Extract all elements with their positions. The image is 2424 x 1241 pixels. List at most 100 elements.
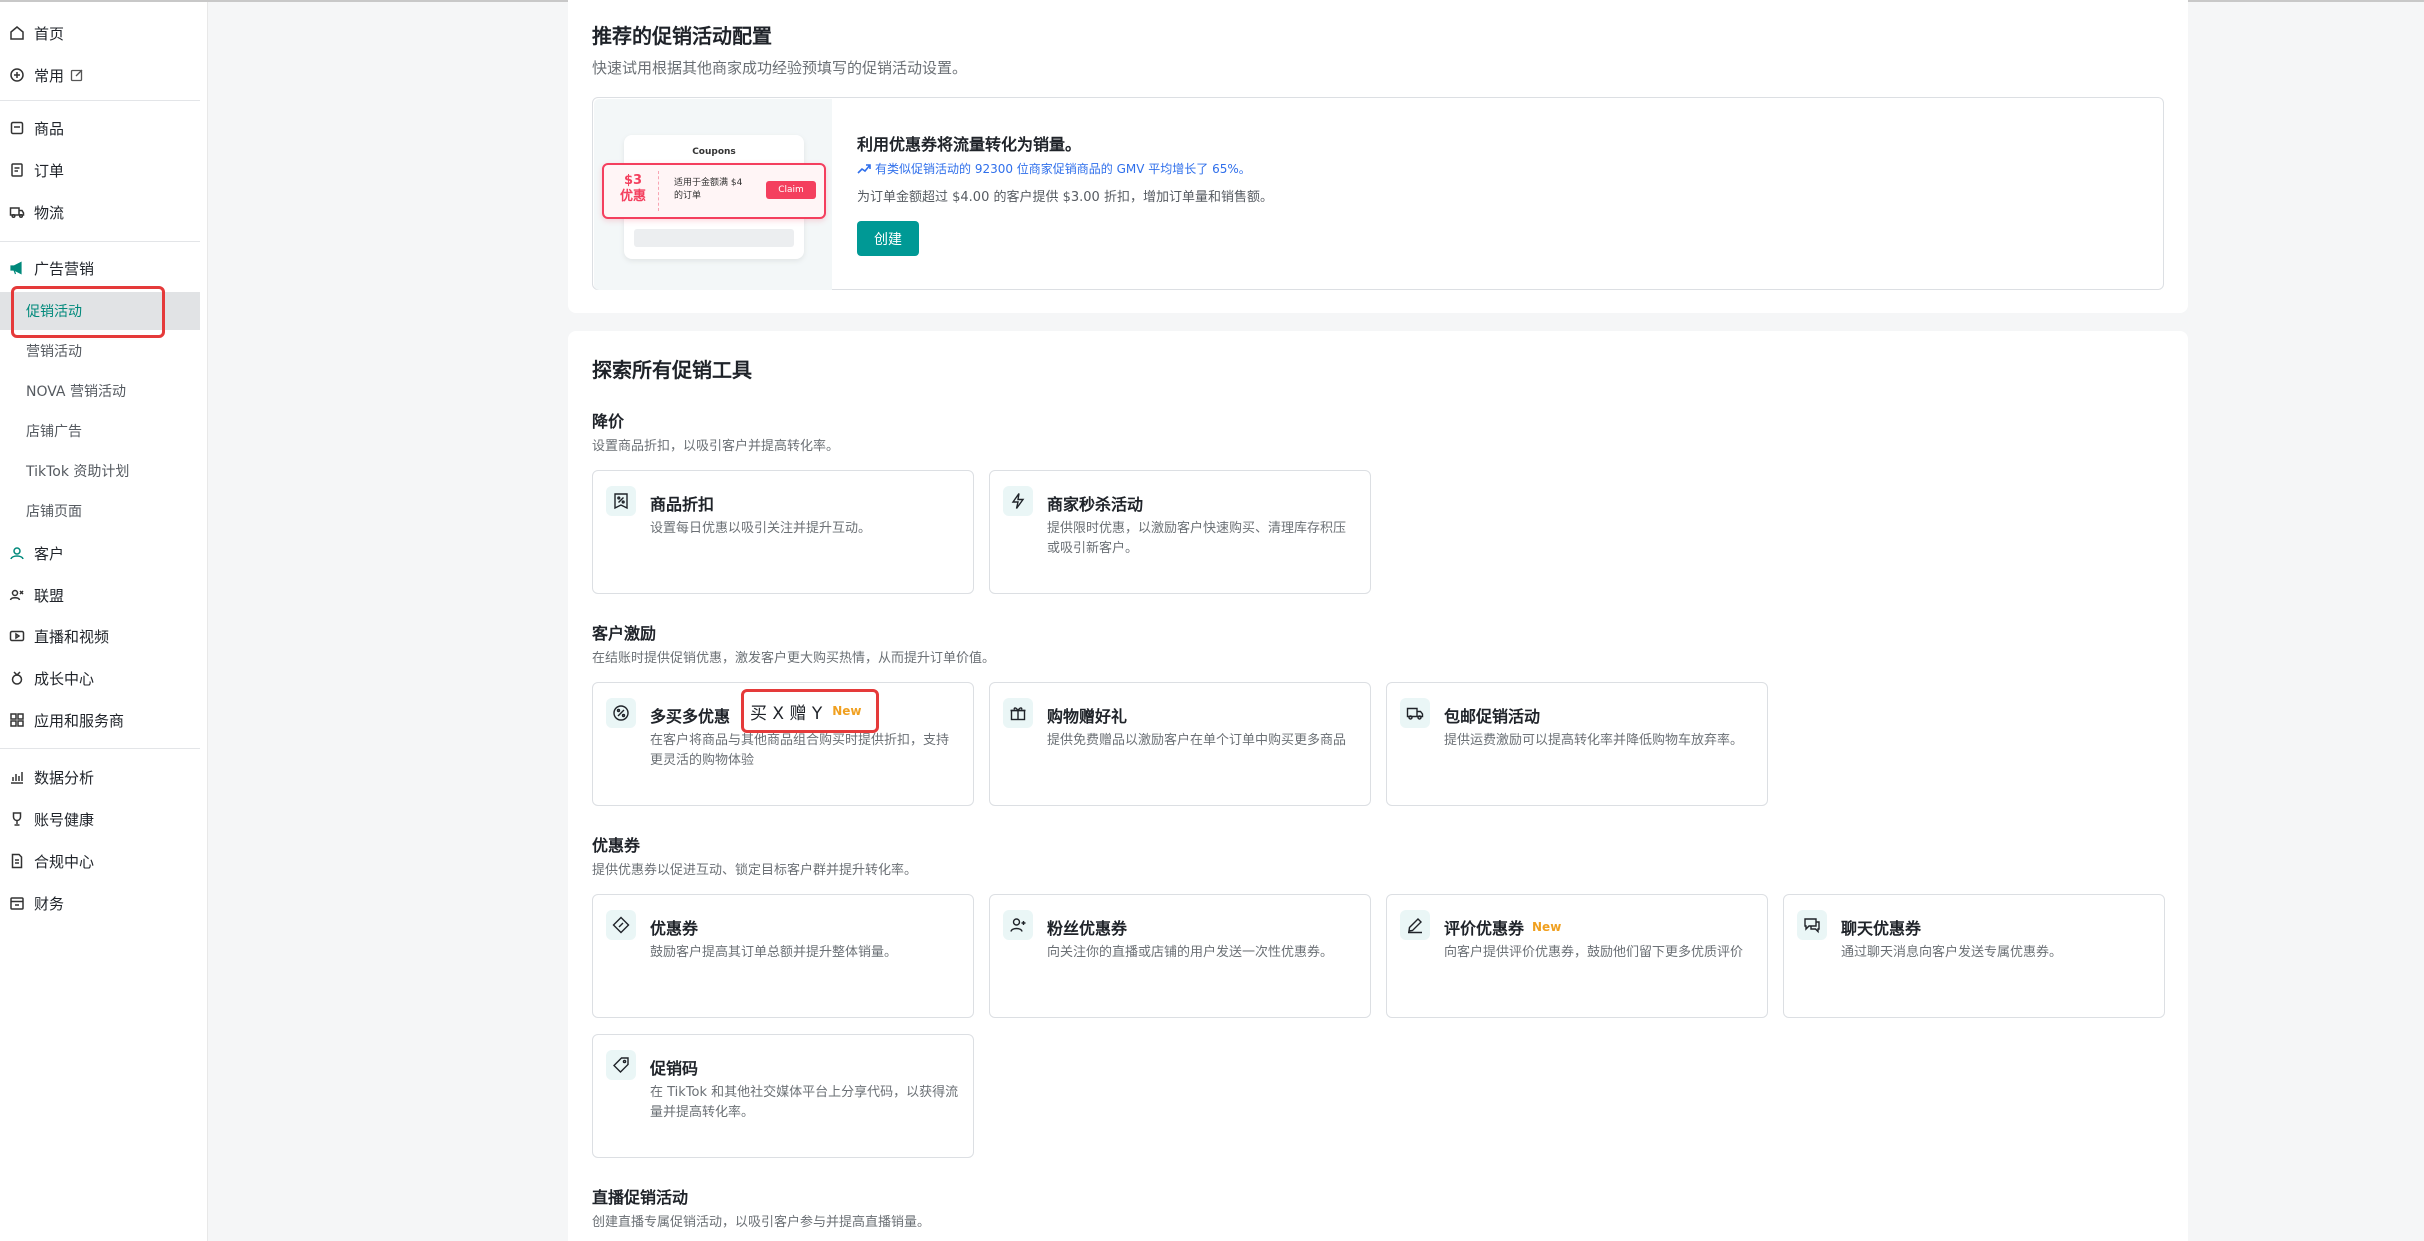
sidebar-sub-label: 店铺广告 bbox=[26, 424, 82, 440]
sidebar-item-finance[interactable]: 财务 bbox=[0, 883, 208, 923]
recommended-coupon-card: Coupons $3 优惠 适用于金额满 $4 的订单 Claim 利用优惠券将… bbox=[592, 97, 2164, 290]
tool-desc: 在客户将商品与其他商品组合购买时提供折扣，支持更灵活的购物体验 bbox=[650, 733, 950, 768]
sidebar-item-orders[interactable]: 订单 bbox=[0, 150, 208, 190]
sidebar-item-logistics[interactable]: 物流 bbox=[0, 192, 208, 232]
sidebar-divider bbox=[0, 100, 200, 101]
new-badge: New bbox=[1532, 920, 1562, 934]
sidebar-item-label: 客户 bbox=[34, 544, 65, 563]
placeholder-bar bbox=[634, 229, 794, 247]
tool-card-coupon[interactable]: 优惠券 鼓励客户提高其订单总额并提升整体销量。 bbox=[592, 894, 974, 1018]
sidebar-divider bbox=[0, 241, 200, 242]
tool-name: 评价优惠券 New bbox=[1444, 915, 1561, 939]
sidebar-item-label: 广告营销 bbox=[34, 259, 95, 278]
pencil-icon bbox=[1400, 910, 1430, 940]
coupon-condition: 适用于金额满 $4 的订单 bbox=[674, 178, 743, 201]
sidebar-sub-store-page[interactable]: 店铺页面 bbox=[0, 492, 200, 530]
highlight-buy-x-get-y[interactable]: 买 X 赠 Y New bbox=[741, 689, 879, 733]
section-title-coupons: 优惠券 bbox=[592, 836, 641, 855]
ticket-icon bbox=[606, 910, 636, 940]
sidebar-sub-promotions[interactable]: 促销活动 bbox=[0, 292, 200, 330]
video-icon bbox=[8, 627, 26, 645]
tool-card-product-discount[interactable]: 商品折扣 设置每日优惠以吸引关注并提升互动。 bbox=[592, 470, 974, 594]
chart-icon bbox=[8, 768, 26, 786]
recommended-title: 推荐的促销活动配置 bbox=[592, 24, 772, 48]
tool-card-review-coupon[interactable]: 评价优惠券 New 向客户提供评价优惠券，鼓励他们留下更多优质评价 bbox=[1386, 894, 1768, 1018]
sidebar-sub-store-ads[interactable]: 店铺广告 bbox=[0, 412, 200, 450]
sidebar-item-affiliate[interactable]: 联盟 bbox=[0, 575, 208, 615]
coupon-claim: Claim bbox=[766, 181, 816, 199]
tool-desc: 设置每日优惠以吸引关注并提升互动。 bbox=[650, 521, 872, 536]
tool-name: 多买多优惠 bbox=[650, 707, 731, 726]
recommended-panel: 推荐的促销活动配置 快速试用根据其他商家成功经验预填写的促销活动设置。 Coup… bbox=[568, 0, 2188, 313]
sidebar-item-ads-marketing[interactable]: 广告营销 bbox=[0, 248, 208, 288]
sidebar-item-account-health[interactable]: 账号健康 bbox=[0, 799, 208, 839]
follower-icon bbox=[1003, 910, 1033, 940]
tool-card-promo-code[interactable]: 促销码 在 TikTok 和其他社交媒体平台上分享代码，以获得流量并提高转化率。 bbox=[592, 1034, 974, 1158]
coupon-amount-block: $3 优惠 bbox=[614, 173, 652, 205]
coupon-illustration: Coupons $3 优惠 适用于金额满 $4 的订单 Claim bbox=[594, 99, 832, 290]
chat-icon bbox=[1797, 910, 1827, 940]
tool-desc: 向关注你的直播或店铺的用户发送一次性优惠券。 bbox=[1047, 945, 1334, 960]
stat-text: 有类似促销活动的 92300 位商家促销商品的 GMV 平均增长了 65%。 bbox=[875, 162, 1251, 176]
sidebar-item-label: 直播和视频 bbox=[34, 627, 110, 646]
section-subtitle-incentives: 在结账时提供促销优惠，激发客户更大购买热情，从而提升订单价值。 bbox=[592, 651, 996, 666]
sidebar-sub-label: NOVA 营销活动 bbox=[26, 384, 126, 400]
tool-card-fan-coupon[interactable]: 粉丝优惠券 向关注你的直播或店铺的用户发送一次性优惠券。 bbox=[989, 894, 1371, 1018]
sidebar-item-products[interactable]: 商品 bbox=[0, 108, 208, 148]
sidebar-item-label: 财务 bbox=[34, 894, 65, 913]
tool-desc: 在 TikTok 和其他社交媒体平台上分享代码，以获得流量并提高转化率。 bbox=[650, 1085, 959, 1120]
lightning-icon bbox=[1003, 486, 1033, 516]
recommended-card-stat: 有类似促销活动的 92300 位商家促销商品的 GMV 平均增长了 65%。 bbox=[857, 160, 1251, 177]
sidebar-sub-label: 促销活动 bbox=[26, 304, 82, 320]
section-subtitle-price-drop: 设置商品折扣，以吸引客户并提高转化率。 bbox=[592, 439, 840, 454]
trend-up-icon bbox=[857, 163, 871, 174]
sidebar-item-apps[interactable]: 应用和服务商 bbox=[0, 700, 208, 740]
truck-icon bbox=[8, 203, 26, 221]
recommended-subtitle: 快速试用根据其他商家成功经验预填写的促销活动设置。 bbox=[592, 59, 968, 77]
tool-name: 聊天优惠券 bbox=[1841, 919, 1922, 938]
users-icon bbox=[8, 544, 26, 562]
sidebar-sub-tiktok-funding[interactable]: TikTok 资助计划 bbox=[0, 452, 200, 490]
sidebar-item-label: 常用 bbox=[34, 66, 65, 85]
sidebar-item-label: 成长中心 bbox=[34, 669, 95, 688]
tool-name: 促销码 bbox=[650, 1059, 699, 1078]
section-subtitle-live: 创建直播专属促销活动，以吸引客户参与并提高直播销量。 bbox=[592, 1215, 931, 1230]
megaphone-icon bbox=[8, 259, 26, 277]
tool-desc: 向客户提供评价优惠券，鼓励他们留下更多优质评价 bbox=[1444, 945, 1744, 960]
sidebar-sub-nova[interactable]: NOVA 营销活动 bbox=[0, 372, 200, 410]
tool-card-free-shipping[interactable]: 包邮促销活动 提供运费激励可以提高转化率并降低购物车放弃率。 bbox=[1386, 682, 1768, 806]
tool-desc: 提供限时优惠，以激励客户快速购买、清理库存积压或吸引新客户。 bbox=[1047, 521, 1347, 556]
tool-card-flash-sale[interactable]: 商家秒杀活动 提供限时优惠，以激励客户快速购买、清理库存积压或吸引新客户。 bbox=[989, 470, 1371, 594]
sidebar-item-analytics[interactable]: 数据分析 bbox=[0, 757, 208, 797]
sidebar-item-label: 商品 bbox=[34, 119, 65, 138]
sidebar-item-customers[interactable]: 客户 bbox=[0, 533, 208, 573]
sidebar-sub-marketing[interactable]: 营销活动 bbox=[0, 332, 200, 370]
sidebar-item-label: 合规中心 bbox=[34, 852, 95, 871]
sidebar-item-live-video[interactable]: 直播和视频 bbox=[0, 616, 208, 656]
create-button[interactable]: 创建 bbox=[857, 221, 919, 256]
edit-icon[interactable] bbox=[70, 68, 84, 82]
tool-card-chat-coupon[interactable]: 聊天优惠券 通过聊天消息向客户发送专属优惠券。 bbox=[1783, 894, 2165, 1018]
tool-desc: 提供免费赠品以激励客户在单个订单中购买更多商品 bbox=[1047, 733, 1347, 748]
sidebar-item-common[interactable]: 常用 bbox=[0, 55, 208, 95]
new-badge: New bbox=[832, 704, 862, 718]
coupon-amount: $3 bbox=[623, 173, 643, 188]
shipping-truck-icon bbox=[1400, 698, 1430, 728]
sidebar-item-growth[interactable]: 成长中心 bbox=[0, 658, 208, 698]
sidebar-item-label: 订单 bbox=[34, 161, 65, 180]
tool-name: 商家秒杀活动 bbox=[1047, 495, 1144, 514]
coupon-ticket: $3 优惠 适用于金额满 $4 的订单 Claim bbox=[602, 163, 826, 219]
tool-name: 包邮促销活动 bbox=[1444, 707, 1541, 726]
section-title-incentives: 客户激励 bbox=[592, 624, 657, 643]
sidebar-item-compliance[interactable]: 合规中心 bbox=[0, 841, 208, 881]
wallet-icon bbox=[8, 894, 26, 912]
percent-icon bbox=[606, 698, 636, 728]
sidebar-item-home[interactable]: 首页 bbox=[0, 13, 208, 53]
section-subtitle-coupons: 提供优惠券以促进互动、锁定目标客户群并提升转化率。 bbox=[592, 863, 918, 878]
section-title-price-drop: 降价 bbox=[592, 412, 625, 431]
sidebar-item-label: 数据分析 bbox=[34, 768, 95, 787]
tool-card-gift[interactable]: 购物赠好礼 提供免费赠品以激励客户在单个订单中购买更多商品 bbox=[989, 682, 1371, 806]
highlight-text: 买 X 赠 Y bbox=[750, 703, 823, 724]
document-icon bbox=[8, 852, 26, 870]
coupon-amount-label: 优惠 bbox=[619, 189, 646, 204]
